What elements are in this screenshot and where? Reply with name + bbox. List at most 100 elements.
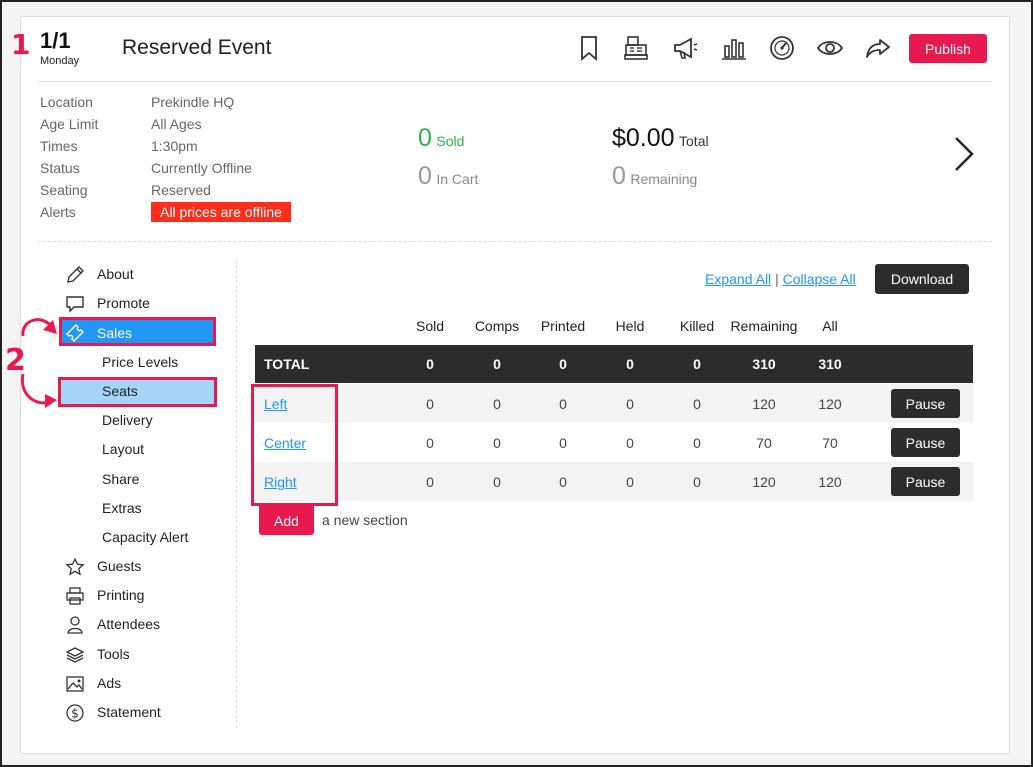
event-title: Reserved Event xyxy=(122,36,272,59)
column-header-held: Held xyxy=(615,318,645,334)
cell-sold: 0 xyxy=(426,435,434,451)
info-value-location: Prekindle HQ xyxy=(151,94,235,110)
cell-remaining: 70 xyxy=(756,435,772,451)
stat-remaining-value: 0 xyxy=(612,162,626,190)
sidebar-separator xyxy=(236,260,237,728)
sidebar-item-promote[interactable]: Promote xyxy=(97,295,150,311)
info-value-age-limit: All Ages xyxy=(151,116,202,132)
add-section-text: a new section xyxy=(322,512,408,528)
star-icon xyxy=(65,557,85,577)
info-label-location: Location xyxy=(40,94,93,110)
sidebar-item-statement[interactable]: Statement xyxy=(97,704,161,720)
cell-printed: 0 xyxy=(559,435,567,451)
cell-all: 70 xyxy=(822,435,838,451)
stat-sold-value: 0 xyxy=(418,124,432,152)
megaphone-icon[interactable] xyxy=(670,33,700,63)
stat-remaining: 0 Remaining xyxy=(612,162,697,191)
person-icon xyxy=(65,615,85,635)
cell-comps: 0 xyxy=(493,396,501,412)
stat-remaining-label: Remaining xyxy=(630,171,698,187)
cell-printed: 0 xyxy=(559,396,567,412)
pause-button[interactable]: Pause xyxy=(891,389,960,418)
ticket-icon xyxy=(65,323,85,343)
table-row: Left 0 0 0 0 0 120 120 Pause xyxy=(255,384,973,423)
sidebar-item-ads[interactable]: Ads xyxy=(97,675,121,691)
stat-in-cart-value: 0 xyxy=(418,162,432,190)
info-label-seating: Seating xyxy=(40,182,88,198)
header-divider xyxy=(38,81,992,82)
download-button[interactable]: Download xyxy=(875,264,969,294)
event-date: 1/1 xyxy=(40,28,71,53)
total-all: 310 xyxy=(818,356,842,372)
printer-icon xyxy=(65,586,85,606)
expand-collapse-links: Expand All | Collapse All xyxy=(705,271,856,287)
share-icon[interactable] xyxy=(863,33,893,63)
stat-total: $0.00 Total xyxy=(612,124,709,153)
speech-bubble-icon xyxy=(65,294,85,314)
table-total-row: TOTAL 0 0 0 0 0 310 310 xyxy=(255,345,973,383)
sidebar-item-seats[interactable]: Seats xyxy=(102,383,138,399)
annotation-1: 1 xyxy=(11,28,31,61)
expand-all-link[interactable]: Expand All xyxy=(705,271,771,287)
total-printed: 0 xyxy=(559,356,567,372)
cell-comps: 0 xyxy=(493,474,501,490)
cell-held: 0 xyxy=(626,396,634,412)
table-row: Center 0 0 0 0 0 70 70 Pause xyxy=(255,423,973,462)
section-divider xyxy=(38,241,992,242)
cell-all: 120 xyxy=(818,396,842,412)
event-day: Monday xyxy=(40,55,80,67)
dollar-circle-icon: $ xyxy=(65,703,85,723)
cell-killed: 0 xyxy=(693,435,701,451)
pause-button[interactable]: Pause xyxy=(891,428,960,457)
layers-icon xyxy=(65,645,85,665)
stat-sold: 0 Sold xyxy=(418,124,464,153)
bookmark-icon[interactable] xyxy=(574,33,604,63)
cell-held: 0 xyxy=(626,474,634,490)
image-icon xyxy=(65,674,85,694)
column-header-printed: Printed xyxy=(540,318,586,334)
column-header-remaining: Remaining xyxy=(730,318,798,334)
sidebar-item-price-levels[interactable]: Price Levels xyxy=(102,354,178,370)
info-label-status: Status xyxy=(40,160,80,176)
stat-total-value: $0.00 xyxy=(612,124,675,152)
eye-icon[interactable] xyxy=(815,33,845,63)
stat-in-cart-label: In Cart xyxy=(436,171,479,187)
sidebar-item-share[interactable]: Share xyxy=(102,471,139,487)
cell-printed: 0 xyxy=(559,474,567,490)
sidebar-item-attendees[interactable]: Attendees xyxy=(97,616,160,632)
sidebar-item-layout[interactable]: Layout xyxy=(102,441,144,457)
cell-held: 0 xyxy=(626,435,634,451)
bar-chart-icon[interactable] xyxy=(719,33,749,63)
sidebar-item-tools[interactable]: Tools xyxy=(97,646,130,662)
cell-all: 120 xyxy=(818,474,842,490)
svg-text:$: $ xyxy=(71,707,79,721)
cell-remaining: 120 xyxy=(752,396,776,412)
sections-highlight xyxy=(251,384,338,506)
publish-button[interactable]: Publish xyxy=(909,34,987,63)
total-killed: 0 xyxy=(693,356,701,372)
cell-sold: 0 xyxy=(426,474,434,490)
cell-comps: 0 xyxy=(493,435,501,451)
pause-button[interactable]: Pause xyxy=(891,467,960,496)
sidebar-item-delivery[interactable]: Delivery xyxy=(102,412,153,428)
alert-badge: All prices are offline xyxy=(151,202,291,222)
info-label-age-limit: Age Limit xyxy=(40,116,99,132)
stat-sold-label: Sold xyxy=(436,133,465,149)
register-icon[interactable] xyxy=(621,33,651,63)
chevron-right-icon[interactable] xyxy=(950,134,980,174)
gauge-icon[interactable] xyxy=(767,33,797,63)
pencil-icon xyxy=(65,265,85,285)
info-value-seating: Reserved xyxy=(151,182,211,198)
sidebar-item-extras[interactable]: Extras xyxy=(102,500,142,516)
info-value-times: 1:30pm xyxy=(151,138,198,154)
collapse-all-link[interactable]: Collapse All xyxy=(783,271,856,287)
info-value-status: Currently Offline xyxy=(151,160,252,176)
add-section-button[interactable]: Add xyxy=(259,506,314,535)
sidebar-item-printing[interactable]: Printing xyxy=(97,587,144,603)
sidebar-item-about[interactable]: About xyxy=(97,266,134,282)
sidebar-item-capacity-alert[interactable]: Capacity Alert xyxy=(102,529,188,545)
sidebar-item-sales[interactable]: Sales xyxy=(97,325,132,341)
sidebar-item-guests[interactable]: Guests xyxy=(97,558,141,574)
annotation-arrows-icon xyxy=(20,318,57,408)
column-header-killed: Killed xyxy=(679,318,715,334)
